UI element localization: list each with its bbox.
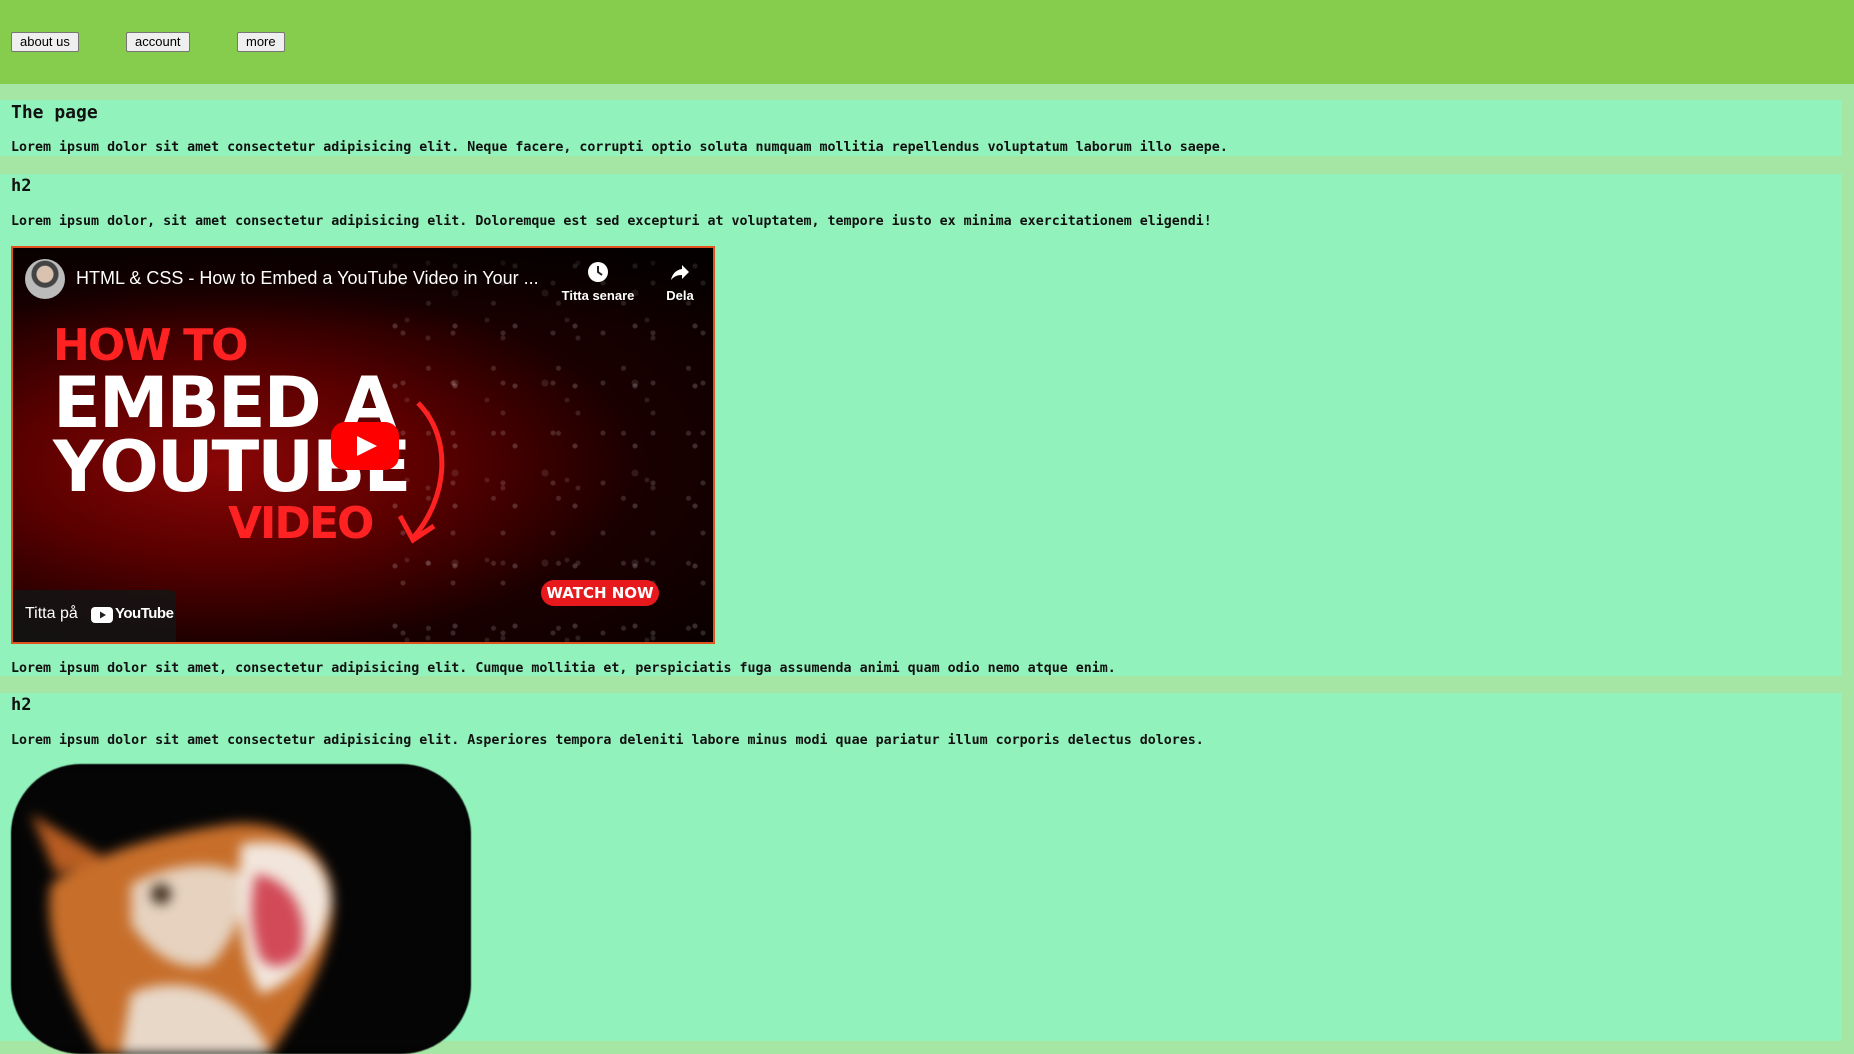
about-us-button[interactable]: about us bbox=[11, 32, 79, 52]
cat-image bbox=[11, 764, 471, 1054]
video-caption-paragraph: Lorem ipsum dolor sit amet, consectetur … bbox=[11, 661, 1116, 676]
youtube-embed[interactable]: HTML & CSS - How to Embed a YouTube Vide… bbox=[11, 246, 715, 644]
watch-on-youtube-link[interactable]: Titta på YouTube bbox=[13, 590, 176, 642]
video-title-link[interactable]: HTML & CSS - How to Embed a YouTube Vide… bbox=[76, 268, 539, 289]
thumb-line-video: VIDEO bbox=[228, 498, 374, 549]
play-icon bbox=[357, 436, 377, 456]
top-nav-bar: about us account more bbox=[0, 0, 1854, 84]
youtube-logo-icon bbox=[91, 607, 113, 628]
section-heading: h2 bbox=[11, 695, 32, 715]
share-button[interactable]: Dela bbox=[649, 260, 711, 303]
youtube-wordmark: YouTube bbox=[115, 605, 174, 622]
play-button[interactable] bbox=[331, 422, 399, 470]
share-arrow-icon bbox=[649, 260, 711, 284]
watch-now-badge: WATCH NOW bbox=[541, 580, 659, 606]
section-heading: h2 bbox=[11, 176, 32, 196]
yawning-cat-picture bbox=[11, 764, 471, 1054]
section-intro: The page Lorem ipsum dolor sit amet cons… bbox=[0, 100, 1842, 156]
clock-icon bbox=[549, 260, 647, 284]
watch-later-button[interactable]: Titta senare bbox=[549, 260, 647, 303]
curved-arrow-icon bbox=[398, 401, 445, 544]
page-title: The page bbox=[11, 102, 98, 123]
intro-paragraph: Lorem ipsum dolor sit amet consectetur a… bbox=[11, 140, 1228, 155]
video-intro-paragraph: Lorem ipsum dolor, sit amet consectetur … bbox=[11, 214, 1212, 229]
account-button[interactable]: account bbox=[126, 32, 190, 52]
more-button[interactable]: more bbox=[237, 32, 285, 52]
channel-avatar[interactable] bbox=[25, 259, 65, 299]
image-intro-paragraph: Lorem ipsum dolor sit amet consectetur a… bbox=[11, 733, 1204, 748]
